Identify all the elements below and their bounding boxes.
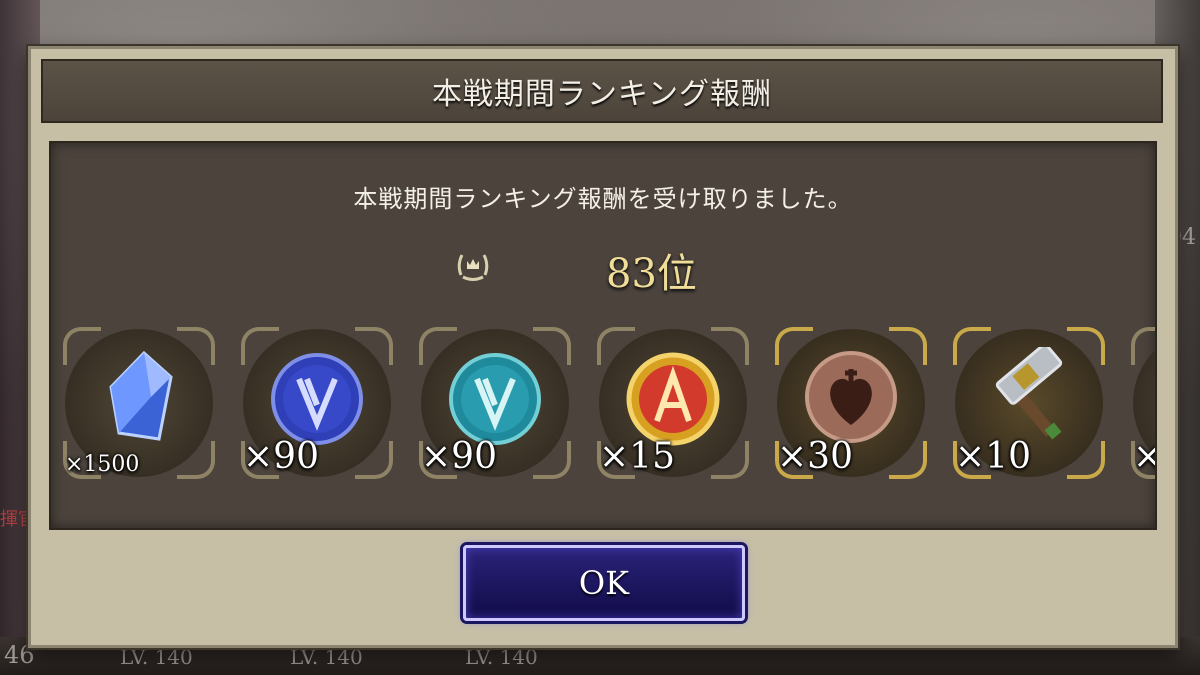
reward-quantity: ×15	[599, 436, 675, 477]
teal-v-coin-icon	[449, 353, 541, 445]
reward-item[interactable]: ×10	[953, 327, 1105, 479]
reward-item[interactable]: ×	[1131, 327, 1155, 479]
gold-a-medal-icon	[626, 352, 720, 446]
reward-item[interactable]: ×30	[775, 327, 927, 479]
ranking-reward-dialog: 本戦期間ランキング報酬 本戦期間ランキング報酬を受け取りました。 83位 ×15…	[28, 46, 1178, 648]
reward-quantity: ×30	[777, 436, 853, 477]
ok-button-label: OK	[578, 564, 630, 602]
background-level-2: LV. 140	[120, 645, 193, 669]
reward-item[interactable]: ×1500	[63, 327, 215, 479]
blue-v-coin-icon	[271, 353, 363, 445]
blue-crystal-icon	[109, 350, 173, 441]
reward-item[interactable]: ×15	[597, 327, 749, 479]
laurel-crown-icon	[457, 254, 489, 281]
reward-quantity: ×90	[421, 436, 497, 477]
background-level-4: LV. 140	[465, 645, 538, 669]
reward-item[interactable]: ×90	[419, 327, 571, 479]
ok-button[interactable]: OK	[463, 545, 745, 621]
reward-quantity: ×1500	[65, 452, 140, 477]
dialog-title: 本戦期間ランキング報酬	[431, 77, 773, 112]
reward-quantity: ×	[1133, 436, 1155, 477]
rank-value: 83位	[606, 251, 697, 297]
reward-list: ×1500 ×90 ×90 ×15 ×30 ×10	[63, 327, 1155, 479]
reward-quantity: ×10	[955, 436, 1031, 477]
reward-message: 本戦期間ランキング報酬を受け取りました。	[353, 185, 853, 213]
bronze-heart-token-icon	[805, 351, 897, 443]
reward-item[interactable]: ×90	[241, 327, 393, 479]
background-level-3: LV. 140	[290, 645, 363, 669]
dialog-content: 本戦期間ランキング報酬を受け取りました。 83位 ×1500 ×90 ×90 ×…	[49, 141, 1157, 530]
reward-quantity: ×90	[243, 436, 319, 477]
dialog-header: 本戦期間ランキング報酬	[41, 59, 1163, 123]
hammer-icon	[995, 347, 1063, 440]
